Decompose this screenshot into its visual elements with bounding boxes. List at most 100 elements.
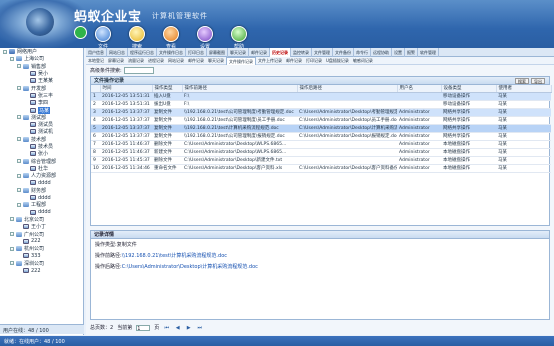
tree-node[interactable]: - 财务部 — [0, 187, 83, 194]
home-icon[interactable] — [74, 26, 87, 39]
tab[interactable]: 聊天记录 — [228, 48, 249, 57]
tab[interactable]: 敏感词记录 — [351, 57, 375, 65]
next-page-icon[interactable]: ▶ — [185, 325, 192, 331]
tab[interactable]: 程序运行日志 — [128, 48, 157, 57]
tree-node[interactable]: - 广州公司 — [0, 230, 83, 238]
table-row[interactable]: 5 2016-12-05 13:37:37 复制文件 \\192.168.0.21\t… — [91, 124, 551, 133]
tab[interactable]: 软件管理 — [418, 48, 439, 57]
table-row[interactable]: 6 2016-12-05 13:37:37 复制文件 \\192.168.0.21\t… — [91, 132, 551, 141]
tree-node[interactable]: 王某某 — [0, 77, 83, 84]
tree-node[interactable]: 222 — [0, 238, 83, 245]
toolbar-button-1[interactable]: 搜索 — [122, 26, 152, 48]
tab[interactable]: 邮件记录 — [249, 48, 270, 57]
column-header[interactable]: 使用者 — [496, 85, 552, 93]
tree-node[interactable]: - 综合管理部 — [0, 157, 83, 165]
tab[interactable]: 文件管理 — [312, 48, 333, 57]
tree-node[interactable]: 张小 — [0, 150, 83, 157]
tab[interactable]: 打印记录 — [304, 57, 324, 65]
tab[interactable]: 远程协助 — [371, 48, 392, 57]
tree-node[interactable]: - 网络用户 — [0, 48, 83, 55]
tree-node[interactable]: 杜华 — [0, 165, 83, 172]
column-header[interactable]: 操作前路径 — [182, 85, 298, 93]
toolbar-button-4[interactable]: 帮助 — [224, 26, 254, 48]
tree-toggle-icon[interactable]: - — [17, 159, 21, 164]
tree-node[interactable]: 技术员 — [0, 143, 83, 150]
tree-node[interactable]: dddd — [0, 209, 83, 216]
tab[interactable]: 网站记录 — [166, 57, 186, 65]
search-button[interactable]: 搜索 — [515, 78, 529, 84]
tab[interactable]: 聊天记录 — [206, 57, 226, 65]
tab[interactable]: 用户信息 — [86, 48, 107, 57]
tab[interactable]: 监控转录 — [291, 48, 312, 57]
tree-node[interactable]: 333 — [0, 252, 83, 259]
table-row[interactable]: 8 2016-12-05 11:46:37 新建文件 C:\Users\Adminis… — [91, 148, 551, 157]
tab[interactable]: 进程记录 — [146, 57, 166, 65]
tree-node[interactable]: 张三丰 — [0, 92, 83, 99]
tab[interactable]: 屏幕截图 — [207, 48, 228, 57]
tab[interactable]: 本地登记 — [86, 57, 106, 65]
table-row[interactable]: 4 2016-12-05 13:37:37 复制文件 \\192.168.0.21\t… — [91, 116, 551, 125]
tab[interactable]: 历史记录 — [270, 48, 291, 57]
tab[interactable]: 设置 — [392, 48, 405, 57]
column-header[interactable] — [91, 85, 101, 93]
tab[interactable]: 打印日志 — [186, 48, 207, 57]
toolbar-button-2[interactable]: 查看 — [156, 26, 186, 48]
column-header[interactable]: 操作类型 — [152, 85, 183, 93]
tree-toggle-icon[interactable]: - — [17, 64, 21, 69]
tree-node[interactable]: 吴小 — [0, 70, 83, 77]
tree-node[interactable]: - 技术部 — [0, 136, 83, 143]
tab[interactable]: 文件操作记录 — [226, 57, 256, 65]
tree-toggle-icon[interactable]: - — [10, 246, 14, 251]
tab[interactable]: 文件上传记录 — [256, 57, 284, 65]
tree-node[interactable]: 王小丁 — [0, 223, 83, 230]
tree-node[interactable]: - 工程部 — [0, 201, 83, 208]
tree-node[interactable]: - 测试部 — [0, 114, 83, 121]
tree-toggle-icon[interactable]: - — [17, 202, 21, 207]
prev-page-icon[interactable]: ◀ — [174, 325, 181, 331]
tree-node[interactable]: - 开发部 — [0, 84, 83, 92]
tab[interactable]: 文件操作日志 — [157, 48, 186, 57]
tab[interactable]: 屏幕记录 — [106, 57, 126, 65]
tree-node[interactable]: - 销售部 — [0, 63, 83, 70]
tree-node[interactable]: 测试员 — [0, 121, 83, 128]
tab[interactable]: U盘插拔记录 — [324, 57, 351, 65]
tree-toggle-icon[interactable]: - — [17, 188, 21, 193]
table-row[interactable]: 7 2016-12-05 11:46:37 删除文件 C:\Users\Adminis… — [91, 140, 551, 149]
column-header[interactable]: 用户名 — [397, 85, 442, 93]
toolbar-button-3[interactable]: 设置 — [190, 26, 220, 48]
tree-node[interactable]: 测试机 — [0, 128, 83, 135]
tree-node[interactable]: 李四 — [0, 99, 83, 106]
table-row[interactable]: 9 2016-12-05 11:45:37 删除文件 C:\Users\Adminis… — [91, 156, 551, 165]
tab[interactable]: 网站日志 — [107, 48, 128, 57]
table-row[interactable]: 2 2016-12-05 13:51:31 拔出U盘 F:\ 移动设备操作 马某 — [91, 100, 551, 109]
tree-node[interactable]: - 杭州公司 — [0, 245, 83, 252]
table-row[interactable]: 10 2016-12-05 11:34:46 重命名文件 C:\Users\Admin… — [91, 164, 551, 173]
tree-toggle-icon[interactable]: - — [10, 261, 14, 266]
last-page-icon[interactable]: ⏭ — [196, 325, 203, 331]
tree-node[interactable]: 222 — [0, 267, 83, 274]
tab[interactable]: 报警 — [405, 48, 418, 57]
tab[interactable]: 邮件记录 — [284, 57, 304, 65]
column-header[interactable]: 设备类型 — [441, 85, 497, 93]
toolbar-button-0[interactable]: 文件 — [88, 26, 118, 48]
tab[interactable]: 文件备份 — [333, 48, 354, 57]
page-input[interactable]: 1 — [136, 324, 151, 332]
tree-toggle-icon[interactable]: - — [17, 137, 21, 142]
table-row[interactable]: 3 2016-12-05 13:37:37 复制文件 \\192.168.0.21\t… — [91, 108, 551, 117]
tree-node[interactable]: - 深圳公司 — [0, 260, 83, 267]
tree-node[interactable]: - 北京公司 — [0, 216, 83, 223]
export-button[interactable]: 导出 — [531, 78, 545, 84]
column-header[interactable]: 操作后路径 — [297, 85, 398, 93]
tree-toggle-icon[interactable]: - — [10, 232, 14, 237]
tab[interactable]: 流量记录 — [126, 57, 146, 65]
table-row[interactable]: 1 2016-12-05 13:51:31 插入U盘 F:\ 移动设备操作 马某 — [91, 92, 551, 101]
tree-toggle-icon[interactable]: - — [10, 217, 14, 222]
tree-node[interactable]: - 人力资源部 — [0, 172, 83, 179]
tree-node[interactable]: 马某 — [0, 106, 83, 114]
filter-select[interactable] — [123, 67, 154, 74]
tree-node[interactable]: dddd — [0, 194, 83, 201]
tree-toggle-icon[interactable]: - — [17, 173, 21, 178]
tree-node[interactable]: dddd — [0, 179, 83, 186]
tree-toggle-icon[interactable]: - — [10, 56, 14, 61]
tree-toggle-icon[interactable]: - — [3, 49, 7, 54]
